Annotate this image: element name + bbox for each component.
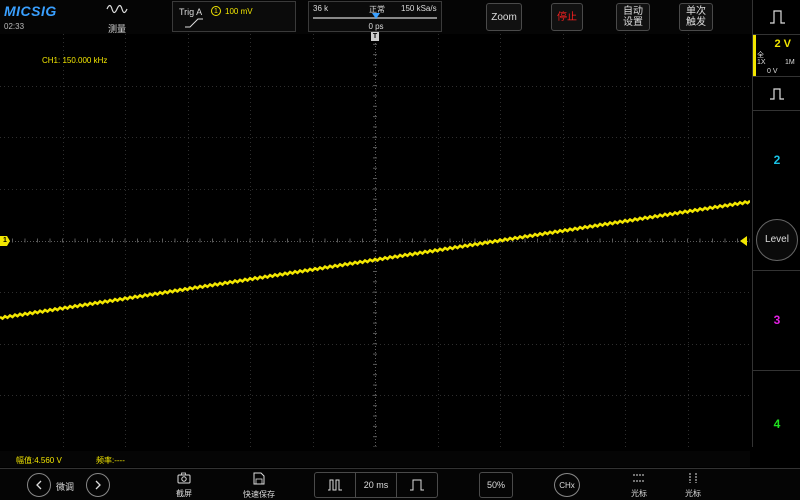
auto-setup-button[interactable]: 自动 设置 xyxy=(616,3,650,31)
trigger-position-marker[interactable]: T xyxy=(371,32,379,41)
single-trigger-label-1: 单次 xyxy=(686,6,706,17)
ch1-waveform-button[interactable] xyxy=(753,0,800,34)
ch3-button[interactable]: 3 xyxy=(753,270,800,370)
square-wave-icon xyxy=(770,10,785,24)
quick-save-button[interactable]: 快速保存 xyxy=(234,472,284,500)
vertical-cursor-button[interactable]: 光标 xyxy=(668,472,718,499)
waveform-display[interactable] xyxy=(0,34,750,447)
bottom-bar: 微调 截屏 快速保存 20 ms 50% CHx 光标 光标 xyxy=(0,468,800,500)
single-trigger-label-2: 触发 xyxy=(686,17,706,28)
ch4-label: 4 xyxy=(773,417,781,431)
frequency-readout: 频率:---- xyxy=(96,456,125,465)
ch1-volts-per-div: 2 V xyxy=(774,38,791,50)
measure-button[interactable]: 测量 xyxy=(100,2,134,34)
chevron-left-icon xyxy=(36,480,42,490)
measurement-bar: 幅值:4.560 V 频率:---- xyxy=(0,451,750,467)
screenshot-label: 截屏 xyxy=(176,489,192,498)
save-file-icon xyxy=(253,472,265,485)
finetune-label: 微调 xyxy=(56,482,75,492)
sample-rate: 150 kSa/s xyxy=(401,4,437,13)
horizontal-cursor-label: 光标 xyxy=(631,489,647,498)
ch1-color-bar xyxy=(753,35,756,77)
trigger-level-arrow[interactable] xyxy=(740,236,747,246)
ch1-wave-type-button[interactable] xyxy=(753,76,800,110)
stop-button[interactable]: 停止 xyxy=(551,3,583,31)
rising-edge-icon xyxy=(185,18,203,28)
ch1-probe-ratio: 1X xyxy=(757,59,766,66)
timebase-increase-button[interactable] xyxy=(397,473,437,497)
ch2-button[interactable]: 2 xyxy=(753,110,800,210)
chevron-right-icon xyxy=(95,480,101,490)
brand-logo: MICSIG xyxy=(4,3,57,19)
camera-icon xyxy=(177,472,191,484)
pulse-icon xyxy=(770,88,784,100)
trigger-level: 100 mV xyxy=(225,7,253,16)
amplitude-readout: 幅值:4.560 V xyxy=(16,456,62,465)
ch2-label: 2 xyxy=(773,153,781,167)
single-trigger-button[interactable]: 单次 触发 xyxy=(679,3,713,31)
ch1-impedance: 1M xyxy=(785,59,795,66)
timebase-control: 20 ms xyxy=(314,472,438,498)
dense-pulse-icon xyxy=(328,479,342,491)
clock: 02:33 xyxy=(4,22,25,31)
auto-setup-label-2: 设置 xyxy=(623,17,643,28)
vertical-cursor-icon xyxy=(689,473,697,483)
ch4-button[interactable]: 4 xyxy=(753,370,800,447)
timebase-panel[interactable]: 36 k 正常 150 kSa/s 0 ps xyxy=(308,1,442,32)
top-bar: MICSIG 02:33 测量 Trig A 1 100 mV 36 k 正常 … xyxy=(0,0,800,34)
memory-position-marker xyxy=(372,13,380,19)
trigger-channel: 1 xyxy=(211,6,221,16)
zoom-button[interactable]: Zoom xyxy=(486,3,522,31)
ch1-frequency-readout: CH1: 150.000 kHz xyxy=(42,56,108,65)
ch1-waveform-trace xyxy=(0,199,750,321)
trigger-panel[interactable]: Trig A 1 100 mV xyxy=(172,1,296,32)
horizontal-cursor-button[interactable]: 光标 xyxy=(614,472,664,499)
finetune-right-button[interactable] xyxy=(86,473,110,497)
trigger-delay: 0 ps xyxy=(368,22,384,31)
horizontal-cursor-icon xyxy=(633,474,645,482)
trigger-50-percent-button[interactable]: 50% xyxy=(479,472,513,498)
vertical-cursor-label: 光标 xyxy=(685,489,701,498)
auto-setup-label-1: 自动 xyxy=(623,6,643,17)
timebase-decrease-button[interactable] xyxy=(315,473,356,497)
trigger-title: Trig A xyxy=(179,7,203,17)
ch1-offset: 0 V xyxy=(767,68,778,75)
channel-panel: 2 V 全 1X 1M 0 V 2 Level 3 4 xyxy=(752,0,800,447)
level-button[interactable]: Level xyxy=(756,219,798,261)
finetune-left-button[interactable] xyxy=(27,473,51,497)
channel-select-button[interactable]: CHx xyxy=(554,473,580,497)
memory-depth: 36 k xyxy=(313,4,329,13)
timebase-value: 20 ms xyxy=(356,473,397,497)
sine-wave-icon xyxy=(106,4,128,14)
wide-pulse-icon xyxy=(410,479,424,491)
quick-save-label: 快速保存 xyxy=(243,490,275,499)
screenshot-button[interactable]: 截屏 xyxy=(159,472,209,499)
ch1-settings[interactable]: 2 V 全 1X 1M 0 V xyxy=(753,34,800,77)
ch3-label: 3 xyxy=(773,313,781,327)
